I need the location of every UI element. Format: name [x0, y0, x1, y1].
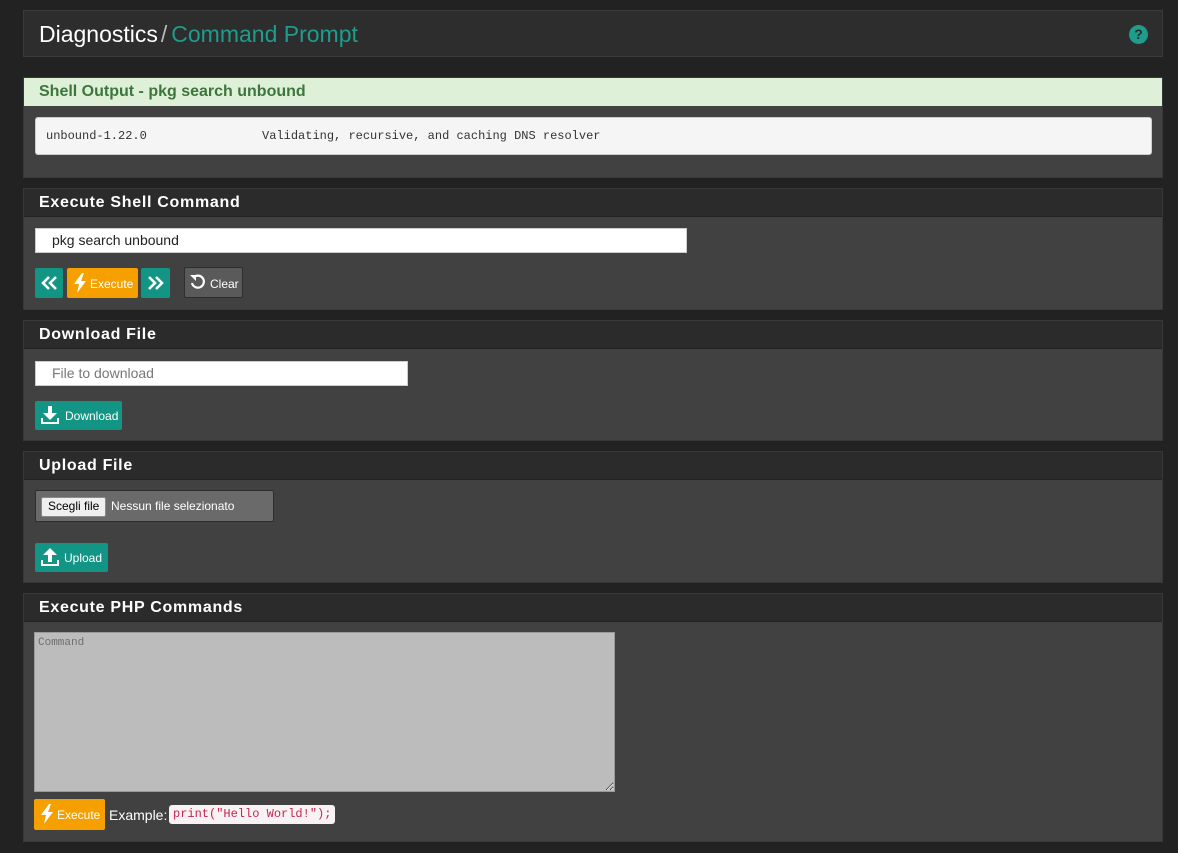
clear-label: Clear — [210, 277, 239, 291]
example-label: Example: — [109, 807, 168, 823]
upload-icon — [41, 548, 59, 566]
upload-file-title: Upload File — [24, 452, 1162, 480]
download-button[interactable]: Download — [35, 401, 122, 430]
execute-shell-title: Execute Shell Command — [24, 189, 1162, 217]
undo-icon — [190, 274, 205, 289]
shell-output-title: Shell Output - pkg search unbound — [24, 78, 1162, 106]
breadcrumb-command-prompt[interactable]: Command Prompt — [171, 21, 358, 47]
shell-output-text: unbound-1.22.0 Validating, recursive, an… — [35, 117, 1152, 155]
php-command-textarea[interactable] — [34, 632, 615, 792]
execute-shell-panel: Execute Shell Command pkg search unbound… — [23, 188, 1163, 310]
download-icon — [41, 406, 59, 424]
breadcrumb: Diagnostics / Command Prompt — [39, 20, 358, 48]
download-label: Download — [65, 409, 119, 423]
angle-double-right-icon — [148, 276, 164, 290]
shell-output-panel: Shell Output - pkg search unbound unboun… — [23, 77, 1163, 178]
question-circle-icon[interactable]: ? — [1129, 25, 1148, 44]
breadcrumb-diagnostics[interactable]: Diagnostics — [39, 21, 158, 47]
upload-file-panel: Upload File Scegli file Nessun file sele… — [23, 451, 1163, 583]
download-file-input[interactable]: File to download — [35, 361, 408, 386]
breadcrumb-separator: / — [160, 21, 168, 47]
shell-execute-button[interactable]: Execute — [67, 268, 138, 298]
bolt-icon — [41, 804, 53, 824]
bolt-icon — [74, 273, 86, 293]
shell-command-input[interactable]: pkg search unbound — [35, 228, 687, 253]
history-previous-button[interactable] — [35, 268, 63, 298]
page-header: Diagnostics / Command Prompt ? — [23, 10, 1163, 57]
upload-button[interactable]: Upload — [35, 543, 108, 572]
php-execute-label: Execute — [57, 808, 101, 822]
shell-execute-label: Execute — [90, 277, 134, 291]
upload-label: Upload — [64, 551, 103, 565]
php-commands-panel: Execute PHP Commands Execute Example: pr… — [23, 593, 1163, 842]
download-file-panel: Download File File to download Download — [23, 320, 1163, 441]
clear-button[interactable]: Clear — [184, 267, 243, 298]
history-next-button[interactable] — [141, 268, 170, 298]
example-code: print("Hello World!"); — [169, 805, 336, 824]
php-commands-title: Execute PHP Commands — [24, 594, 1162, 622]
file-status: Nessun file selezionato — [111, 499, 235, 513]
choose-file-button[interactable]: Scegli file — [41, 497, 107, 517]
file-chooser[interactable]: Scegli file Nessun file selezionato — [35, 490, 274, 522]
php-execute-button[interactable]: Execute — [34, 799, 105, 830]
download-file-title: Download File — [24, 321, 1162, 349]
angle-double-left-icon — [41, 276, 57, 290]
